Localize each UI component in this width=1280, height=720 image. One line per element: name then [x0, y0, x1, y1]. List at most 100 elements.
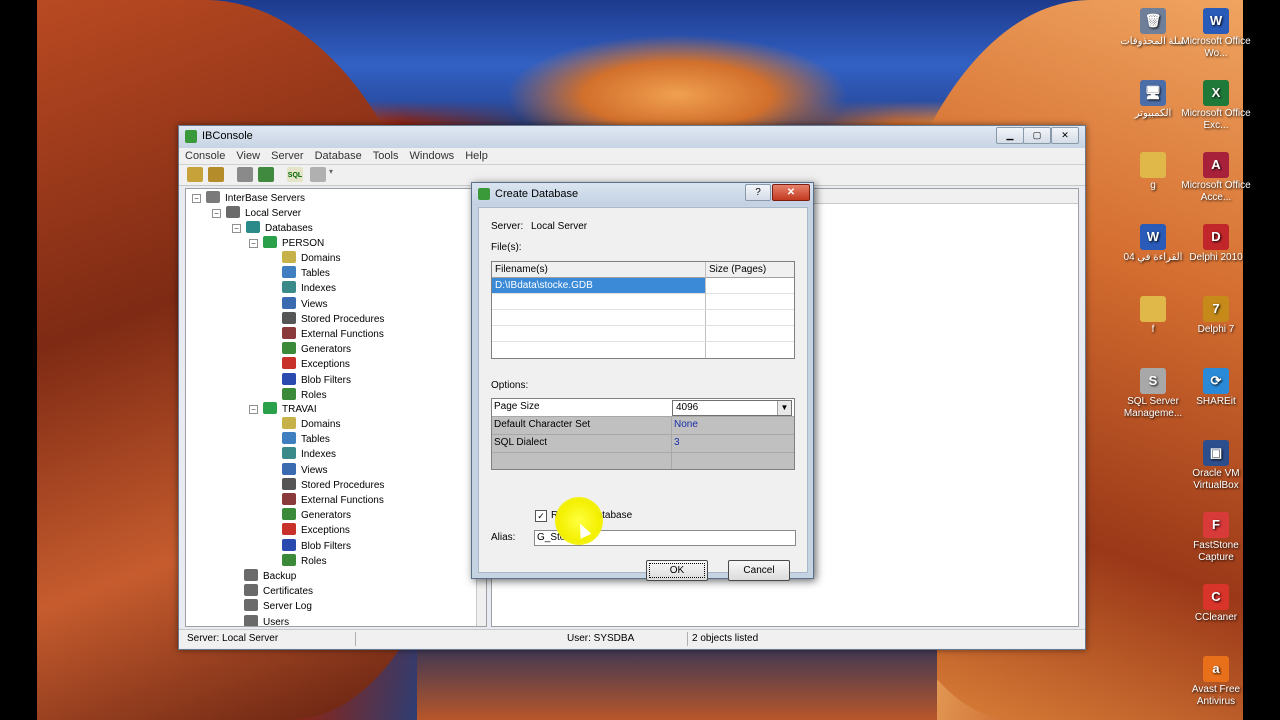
tree-node-label: Indexes — [301, 449, 337, 461]
help-button[interactable]: ? — [745, 184, 771, 201]
window-list-icon[interactable] — [310, 167, 326, 182]
menu-console[interactable]: Console — [185, 148, 225, 164]
chevron-down-icon[interactable]: ▼ — [777, 401, 791, 415]
tree-item[interactable]: Tables — [282, 432, 330, 447]
close-button[interactable]: ✕ — [1051, 127, 1079, 144]
tree-server-item[interactable]: Certificates — [244, 584, 313, 599]
tree-expander[interactable]: − — [192, 194, 201, 203]
tree-item[interactable]: Generators — [282, 508, 351, 523]
desktop-icon[interactable]: ⟳ SHAREit — [1179, 368, 1253, 408]
menu-windows[interactable]: Windows — [410, 148, 455, 164]
tree-interbase-servers[interactable]: InterBase Servers — [206, 191, 305, 206]
desktop-icon[interactable]: W Microsoft Office Wo... — [1179, 8, 1253, 60]
tree-server-item[interactable]: Server Log — [244, 599, 312, 614]
desktop-icon-label: Microsoft Office Wo... — [1181, 36, 1251, 59]
desktop-app-icon: W — [1140, 224, 1166, 250]
tree-item[interactable]: Indexes — [282, 281, 336, 296]
tree-item[interactable]: Domains — [282, 251, 340, 266]
tree-item[interactable]: Blob Filters — [282, 372, 351, 388]
dialog-titlebar[interactable]: Create Database ? ✕ — [472, 183, 813, 205]
option-sql-dialect[interactable]: SQL Dialect 3 — [492, 435, 794, 453]
menu-help[interactable]: Help — [465, 148, 488, 164]
sql-icon[interactable]: SQL — [287, 167, 303, 182]
minimize-button[interactable]: ▁ — [996, 127, 1024, 144]
window-titlebar[interactable]: IBConsole ▁ ▢ ✕ — [179, 126, 1085, 148]
tree-item[interactable]: Stored Procedures — [282, 477, 384, 493]
empty-file-row[interactable] — [492, 294, 794, 310]
option-value[interactable]: 3 — [674, 437, 680, 448]
tree-expander[interactable]: − — [212, 209, 221, 218]
tree-item[interactable]: Blob Filters — [282, 538, 351, 554]
option-default-character-set[interactable]: Default Character Set None — [492, 417, 794, 435]
empty-file-row[interactable] — [492, 326, 794, 342]
size-column-header[interactable]: Size (Pages) — [706, 262, 794, 278]
tree-node-icon — [282, 477, 296, 490]
menu-server[interactable]: Server — [271, 148, 303, 164]
tree-database-person[interactable]: PERSON — [263, 236, 324, 251]
page-size-dropdown[interactable]: 4096 ▼ — [672, 400, 792, 416]
tree-item[interactable]: Roles — [282, 553, 327, 569]
desktop-icon[interactable]: F FastStone Capture — [1179, 512, 1253, 564]
register-server-icon[interactable] — [187, 167, 203, 182]
tree-node-icon — [282, 266, 296, 279]
cancel-button[interactable]: Cancel — [728, 560, 790, 581]
tree-item[interactable]: Indexes — [282, 447, 336, 462]
desktop-icon[interactable]: ▣ Oracle VM VirtualBox — [1179, 440, 1253, 492]
tree-expander[interactable]: − — [249, 405, 258, 414]
desktop-icon-label: SHAREit — [1196, 396, 1236, 407]
option-page-size[interactable]: Page Size 4096 ▼ — [492, 399, 794, 417]
tree-item[interactable]: Domains — [282, 417, 340, 432]
tree-item[interactable]: Exceptions — [282, 357, 350, 372]
ok-button[interactable]: OK — [646, 560, 708, 581]
tree-local-server[interactable]: Local Server — [226, 206, 301, 221]
tree-server-item[interactable]: Users — [244, 614, 289, 626]
menu-view[interactable]: View — [236, 148, 260, 164]
desktop-icon[interactable]: A Microsoft Office Acce... — [1179, 152, 1253, 204]
status-object-count: 2 objects listed — [692, 633, 759, 644]
maximize-button[interactable]: ▢ — [1023, 127, 1051, 144]
desktop-app-icon: ⟳ — [1203, 368, 1229, 394]
desktop-icon[interactable]: C CCleaner — [1179, 584, 1253, 624]
empty-file-row[interactable] — [492, 310, 794, 326]
dialog-close-button[interactable]: ✕ — [772, 184, 810, 201]
options-grid: Page Size 4096 ▼ Default Character Set N… — [491, 398, 795, 470]
connect-database-icon[interactable] — [237, 167, 253, 182]
tree-item[interactable]: Roles — [282, 387, 327, 403]
disconnect-database-icon[interactable] — [258, 167, 274, 182]
tree-item[interactable]: Tables — [282, 266, 330, 281]
menu-tools[interactable]: Tools — [373, 148, 399, 164]
tree-node-label: Certificates — [263, 586, 314, 598]
tree-node-icon — [282, 296, 296, 309]
tree-item[interactable]: External Functions — [282, 327, 384, 342]
desktop-app-icon: S — [1140, 368, 1166, 394]
size-cell[interactable] — [706, 278, 794, 294]
menu-database[interactable]: Database — [315, 148, 362, 164]
tree-expander[interactable]: − — [249, 239, 258, 248]
tree-node-label: Generators — [301, 510, 352, 522]
chevron-down-icon[interactable]: ▾ — [329, 167, 337, 182]
unregister-server-icon[interactable] — [208, 167, 224, 182]
tree-item[interactable]: Views — [282, 462, 328, 478]
desktop-icon-label: Avast Free Antivirus — [1191, 684, 1241, 707]
tree-item[interactable]: Exceptions — [282, 523, 350, 538]
tree-node-label: Roles — [301, 389, 327, 401]
tree-expander[interactable]: − — [232, 224, 241, 233]
tree-server-item[interactable]: Backup — [244, 569, 296, 584]
tree-database-travai[interactable]: TRAVAI — [263, 402, 317, 417]
tree-item[interactable]: Stored Procedures — [282, 311, 384, 327]
filename-cell[interactable]: D:\IBdata\stocke.GDB — [492, 278, 705, 294]
desktop-icon[interactable]: X Microsoft Office Exc... — [1179, 80, 1253, 132]
tree-databases[interactable]: Databases — [246, 221, 313, 236]
desktop-icon[interactable]: D Delphi 2010 — [1179, 224, 1253, 264]
option-key: Page Size — [494, 401, 540, 412]
register-database-checkbox[interactable]: ✓ — [535, 510, 547, 522]
option-value[interactable]: None — [674, 419, 698, 430]
tree-item[interactable]: Generators — [282, 342, 351, 357]
tree-item[interactable]: Views — [282, 296, 328, 312]
desktop-icon[interactable]: a Avast Free Antivirus — [1179, 656, 1253, 708]
files-grid: Filename(s) Size (Pages) D:\IBdata\stock… — [491, 261, 795, 359]
tree-item[interactable]: External Functions — [282, 493, 384, 508]
desktop-icon[interactable]: 7 Delphi 7 — [1179, 296, 1253, 336]
filename-column-header[interactable]: Filename(s) — [492, 262, 705, 278]
desktop-app-icon: ▣ — [1203, 440, 1229, 466]
